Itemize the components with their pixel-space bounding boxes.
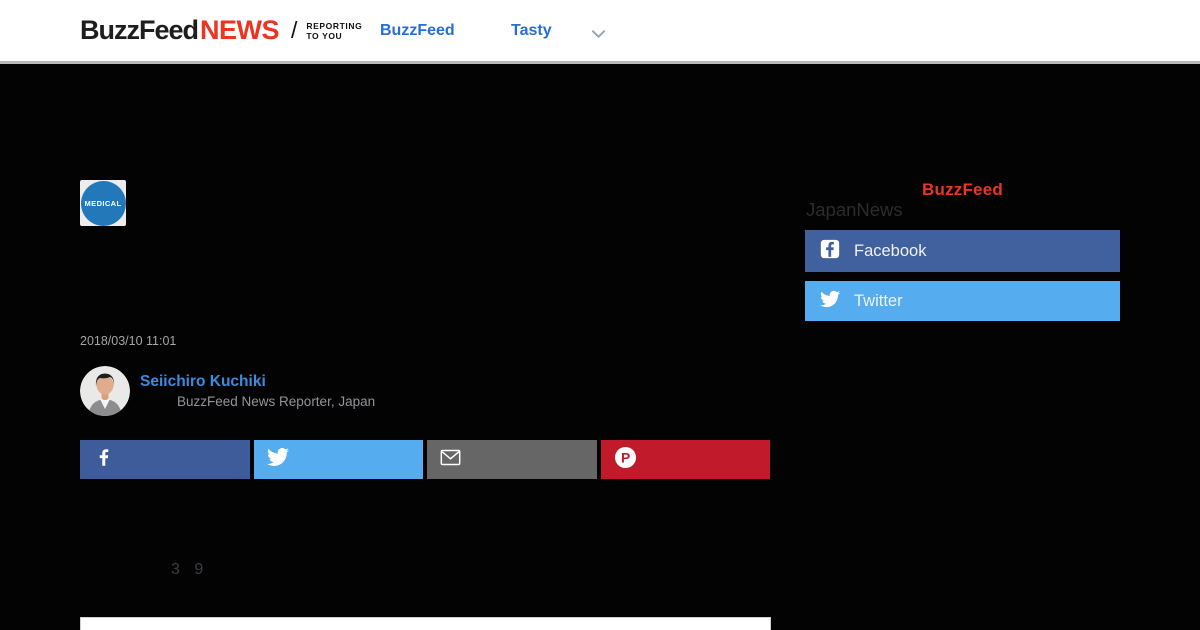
sidebar-twitter-button[interactable]: Twitter bbox=[805, 281, 1120, 321]
author-avatar[interactable] bbox=[80, 366, 130, 416]
facebook-icon bbox=[93, 446, 115, 473]
nav-link-tasty[interactable]: Tasty bbox=[511, 0, 552, 61]
logo-slash: / bbox=[291, 17, 298, 43]
medical-badge-circle: MEDICAL bbox=[80, 180, 126, 226]
sidebar-facebook-button[interactable]: Facebook bbox=[805, 230, 1120, 272]
share-button-row: P bbox=[80, 440, 770, 479]
author-name-link[interactable]: Seiichiro Kuchiki bbox=[140, 373, 266, 391]
logo-news-text: NEWS bbox=[200, 15, 280, 45]
sidebar-facebook-label: Facebook bbox=[854, 241, 927, 260]
logo-tagline-line1: REPORTING bbox=[306, 20, 363, 31]
article-timestamp: 2018/03/10 11:01 bbox=[80, 334, 177, 348]
medical-badge-label: MEDICAL bbox=[84, 198, 122, 208]
footnote-numbers: 3 9 bbox=[171, 561, 209, 578]
top-header: BuzzFeed NEWS / REPORTING TO YOU BuzzFee… bbox=[0, 0, 1200, 64]
buzzfeed-news-article-page: BuzzFeed NEWS / REPORTING TO YOU BuzzFee… bbox=[0, 0, 1200, 630]
share-facebook-button[interactable] bbox=[80, 440, 250, 479]
embedded-content-box bbox=[80, 617, 771, 630]
sidebar-japannews-title: JapanNews bbox=[806, 199, 903, 220]
email-icon bbox=[440, 449, 461, 471]
sidebar-twitter-label: Twitter bbox=[854, 291, 903, 310]
share-pinterest-button[interactable]: P bbox=[600, 440, 770, 479]
nav-link-buzzfeed[interactable]: BuzzFeed bbox=[380, 0, 455, 61]
share-email-button[interactable] bbox=[427, 440, 597, 479]
facebook-icon bbox=[820, 239, 840, 264]
logo-buzzfeed-text: BuzzFeed bbox=[80, 15, 199, 45]
buzzfeed-news-logo[interactable]: BuzzFeed NEWS / REPORTING TO YOU bbox=[80, 0, 362, 61]
chevron-down-icon[interactable] bbox=[591, 26, 606, 39]
logo-tagline: REPORTING TO YOU bbox=[306, 21, 362, 41]
section-badge-medical[interactable]: MEDICAL bbox=[80, 180, 126, 226]
svg-text:P: P bbox=[621, 449, 630, 465]
share-twitter-button[interactable] bbox=[253, 440, 423, 479]
pinterest-icon: P bbox=[614, 446, 637, 474]
sidebar-buzzfeed-logo[interactable]: BuzzFeed bbox=[805, 180, 1120, 200]
author-title: BuzzFeed News Reporter, Japan bbox=[177, 394, 376, 409]
logo-tagline-line2: TO YOU bbox=[306, 30, 343, 41]
twitter-icon bbox=[266, 446, 289, 473]
twitter-icon bbox=[820, 289, 840, 314]
